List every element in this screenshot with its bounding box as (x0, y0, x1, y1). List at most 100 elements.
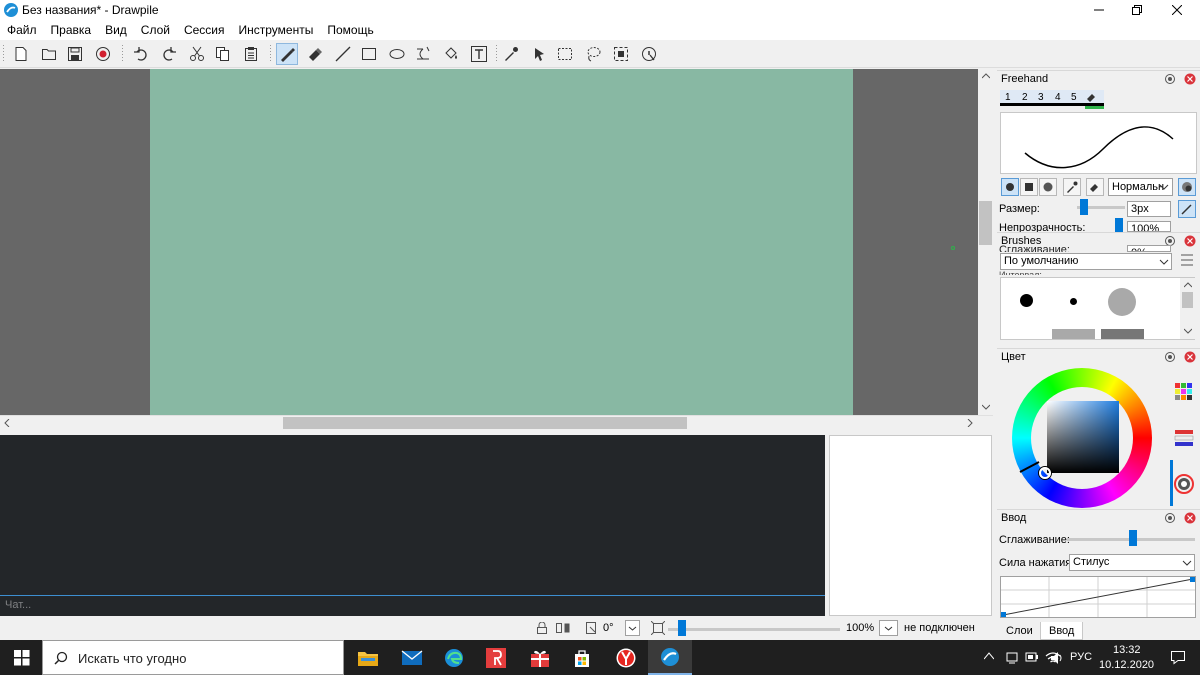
brush-preset-list[interactable] (1000, 277, 1195, 340)
file-explorer-icon[interactable] (346, 640, 390, 675)
rotation-dropdown[interactable] (625, 620, 640, 636)
copy-icon[interactable] (212, 43, 234, 65)
open-folder-icon[interactable] (38, 43, 60, 65)
lock-icon[interactable] (536, 622, 548, 634)
text-tool-icon[interactable] (468, 43, 490, 65)
edge-browser-icon[interactable] (432, 640, 476, 675)
cut-icon[interactable] (186, 43, 208, 65)
color-wheel-mode-icon[interactable] (1174, 474, 1194, 494)
line-tool-icon[interactable] (332, 43, 354, 65)
view-flip-icon[interactable] (556, 622, 570, 634)
zoom-fit-icon[interactable] (651, 621, 665, 635)
dock-float-icon[interactable] (1164, 73, 1176, 85)
language-indicator[interactable]: РУС (1070, 651, 1092, 663)
brush-preset-wide-light[interactable] (1052, 329, 1095, 339)
incremental-icon[interactable] (1178, 178, 1196, 196)
show-hidden-icons-icon[interactable] (984, 652, 994, 660)
brush-preset-soft[interactable] (1108, 288, 1136, 316)
dock-close-icon[interactable] (1184, 235, 1196, 247)
opacity-slider-handle[interactable] (1115, 218, 1123, 232)
menu-edit[interactable]: Правка (44, 20, 99, 40)
brush-preset-hard-small[interactable] (1070, 298, 1077, 305)
eraser-icon[interactable] (304, 43, 326, 65)
eraser-preset-icon[interactable] (1086, 91, 1098, 103)
move-tool-icon[interactable] (528, 43, 550, 65)
brush-preset-hard-large[interactable] (1020, 294, 1033, 307)
menu-view[interactable]: Вид (98, 20, 134, 40)
saturation-value-square[interactable] (1047, 401, 1119, 473)
gift-app-icon[interactable] (518, 640, 562, 675)
menu-help[interactable]: Помощь (320, 20, 380, 40)
chat-input[interactable]: Чат... (0, 595, 825, 616)
preset-tab-5[interactable]: 5 (1071, 92, 1077, 103)
store-icon[interactable] (560, 640, 604, 675)
zoom-slider-handle[interactable] (678, 620, 686, 636)
fill-bucket-icon[interactable] (440, 43, 462, 65)
rectangle-tool-icon[interactable] (358, 43, 380, 65)
taskbar-search-box[interactable]: Искать что угодно (42, 640, 344, 675)
preset-tab-4[interactable]: 4 (1055, 92, 1061, 103)
yandex-browser-icon[interactable] (604, 640, 648, 675)
close-window-button[interactable] (1154, 0, 1200, 20)
freehand-brush-icon[interactable] (276, 43, 298, 65)
pressure-size-icon[interactable] (1178, 200, 1196, 218)
paste-icon[interactable] (240, 43, 262, 65)
brush-preset-select[interactable]: По умолчанию (1000, 253, 1172, 270)
menu-session[interactable]: Сессия (177, 20, 232, 40)
vertical-scroll-thumb[interactable] (979, 201, 992, 245)
horizontal-scroll-thumb[interactable] (283, 417, 687, 429)
brush-list-scrollbar[interactable] (1180, 278, 1195, 339)
input-smoothing-handle[interactable] (1129, 530, 1137, 546)
ellipse-tool-icon[interactable] (386, 43, 408, 65)
mail-icon[interactable] (390, 640, 434, 675)
eraser-mode-icon[interactable] (1086, 178, 1104, 196)
notifications-icon[interactable] (1170, 649, 1186, 665)
zoom-dropdown[interactable] (879, 620, 898, 636)
dock-float-icon[interactable] (1164, 351, 1176, 363)
blend-mode-select[interactable]: Нормальн (1108, 178, 1173, 196)
pressure-curve-editor[interactable] (1000, 576, 1196, 618)
bezier-tool-icon[interactable] (412, 43, 434, 65)
canvas-vertical-scrollbar[interactable] (978, 69, 993, 415)
pressure-source-select[interactable]: Стилус (1069, 554, 1195, 571)
redo-icon[interactable] (158, 43, 180, 65)
device-tray-icon[interactable] (1005, 650, 1019, 664)
rect-selection-icon[interactable] (554, 43, 576, 65)
zoom-tool-icon[interactable] (610, 43, 632, 65)
preset-tab-3[interactable]: 3 (1038, 92, 1044, 103)
brush-menu-icon[interactable] (1180, 252, 1194, 270)
new-file-icon[interactable] (10, 43, 32, 65)
tab-input[interactable]: Ввод (1040, 622, 1084, 640)
round-tip-icon[interactable] (1001, 178, 1019, 196)
battery-icon[interactable] (1025, 650, 1039, 664)
color-sliders-icon[interactable] (1174, 428, 1194, 448)
size-slider-handle[interactable] (1080, 199, 1088, 215)
tab-layers[interactable]: Слои (998, 622, 1041, 640)
square-tip-icon[interactable] (1020, 178, 1038, 196)
inspector-tool-icon[interactable] (638, 43, 660, 65)
dock-close-icon[interactable] (1184, 73, 1196, 85)
canvas-paper[interactable] (150, 69, 853, 415)
clock-time[interactable]: 13:32 (1113, 644, 1141, 656)
zoom-slider-track[interactable] (668, 628, 840, 631)
volume-icon[interactable] (1050, 651, 1064, 665)
preset-tab-2[interactable]: 2 (1022, 92, 1028, 103)
undo-icon[interactable] (130, 43, 152, 65)
yandex-app-icon[interactable] (474, 640, 518, 675)
save-icon[interactable] (64, 43, 86, 65)
dock-float-icon[interactable] (1164, 512, 1176, 524)
scroll-down-icon[interactable] (982, 404, 990, 410)
color-pickup-icon[interactable] (1063, 178, 1081, 196)
windows-start-icon[interactable] (14, 650, 30, 666)
menu-tools[interactable]: Инструменты (232, 20, 321, 40)
size-spinbox[interactable]: 3px (1127, 201, 1171, 217)
scroll-up-icon[interactable] (982, 73, 990, 79)
preset-tab-1[interactable]: 1 (1005, 92, 1019, 103)
record-icon[interactable] (92, 43, 114, 65)
brush-preset-wide-dark[interactable] (1101, 329, 1144, 339)
opacity-spinbox[interactable]: 100% (1127, 221, 1171, 232)
brush-list-scroll-thumb[interactable] (1182, 292, 1193, 308)
palette-swatches-icon[interactable] (1174, 382, 1194, 402)
lasso-selection-icon[interactable] (582, 43, 604, 65)
drawpile-taskbar-icon[interactable] (648, 640, 692, 675)
